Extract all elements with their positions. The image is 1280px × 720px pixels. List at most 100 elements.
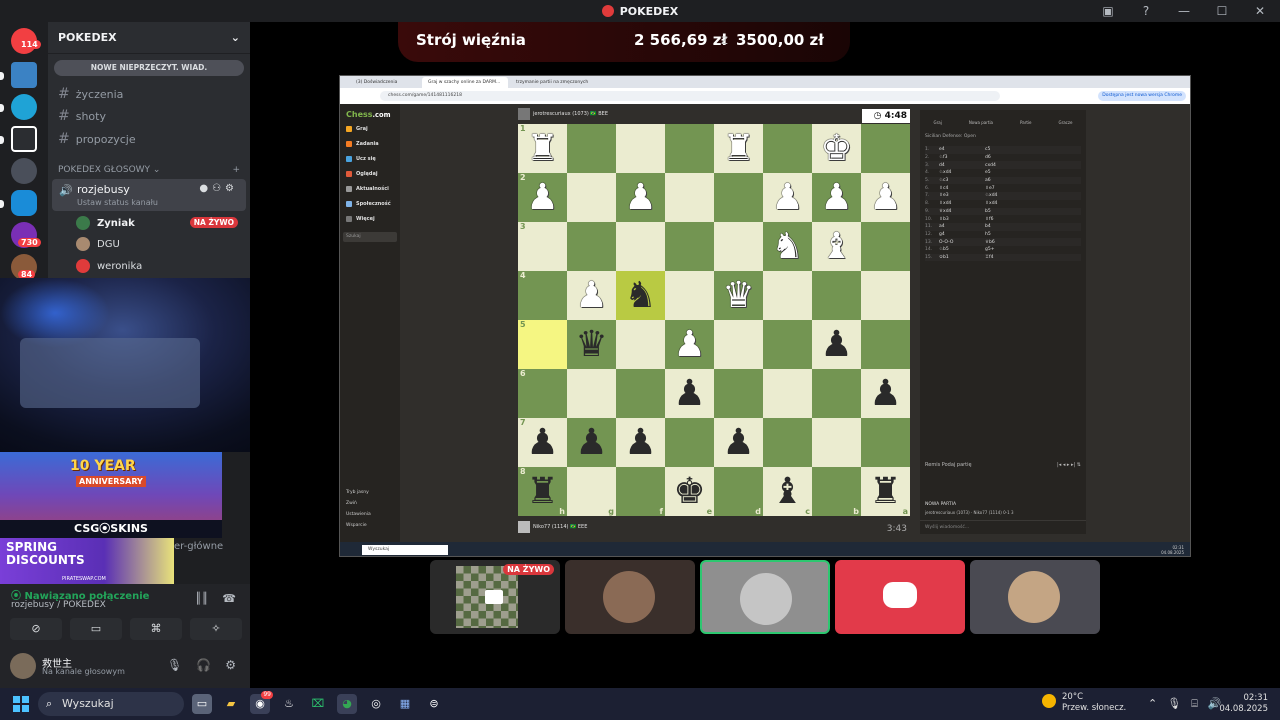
move-nav-arrows[interactable]: |◂ ◂ ▸ ▸| ⇅ [1057,462,1081,468]
settings-link[interactable]: Ustawienia [346,512,371,517]
participant-tile-stream[interactable]: NA ŻYWO [430,560,560,634]
white-pawn-piece[interactable]: ♟ [771,179,803,216]
opening-name[interactable]: Sicilian Defense: Open [925,134,976,139]
move-row[interactable]: 3. d4 cxd4 [925,161,1081,170]
board-square[interactable] [714,222,763,271]
move-row[interactable]: 13. O-O-O ♕b6 [925,238,1081,246]
board-square[interactable]: c ♝ [763,467,812,516]
move-notation[interactable]: cxd4 [985,163,1065,168]
weather-widget[interactable]: 20°C Przew. słonecz. [1042,692,1126,714]
board-square[interactable] [616,369,665,418]
camera-off-button[interactable]: ⊘ [10,618,62,640]
chesscom-logo[interactable]: Chess.com [346,110,391,119]
move-row[interactable]: 8. ♗xd4 ♗xd4 [925,200,1081,208]
voice-channel-rozjebusy[interactable]: 🔊 rozjebusy Ustaw status kanału ●⚇⚙ [52,179,246,211]
participant-tile-speaking[interactable] [700,560,830,634]
settings-gear-icon[interactable]: ⚙ [225,658,236,672]
board-square[interactable]: 3 [518,222,567,271]
move-row[interactable]: 7. ♗e3 ♘xd4 [925,192,1081,200]
start-button[interactable] [13,696,29,712]
move-notation[interactable]: ♘xd4 [939,170,985,175]
black-knight-piece[interactable]: ♞ [624,277,656,314]
nav-learn[interactable]: Ucz się [346,156,376,162]
white-pawn-piece[interactable]: ♟ [673,326,705,363]
nav-more[interactable]: Więcej [346,216,375,222]
voice-user[interactable]: DGU [76,237,120,251]
obs-icon[interactable]: ◎ [366,694,386,714]
light-mode-toggle[interactable]: Tryb jasny [346,490,369,495]
channel-item[interactable]: # życzenia [58,86,123,102]
help-icon[interactable]: ? [1138,3,1154,19]
board-square[interactable]: ♟ [567,418,616,467]
move-notation[interactable]: ♗xd4 [939,201,985,206]
board-square[interactable] [714,173,763,222]
microphone-icon[interactable]: 🎙 [167,658,182,672]
move-notation[interactable]: ♗b3 [939,217,985,222]
avatar[interactable] [518,108,530,120]
board-square[interactable]: e ♚ [665,467,714,516]
board-square[interactable] [763,369,812,418]
board-square[interactable]: ♛ [567,320,616,369]
chesscom-search[interactable]: Szukaj [343,232,397,242]
black-pawn-piece[interactable]: ♟ [526,424,558,461]
tab-games[interactable]: Partie [1020,120,1031,128]
task-view-icon[interactable]: ▭ [192,694,212,714]
tab-play[interactable]: Graj [934,120,942,128]
board-square[interactable]: 7 ♟ [518,418,567,467]
headphones-icon[interactable]: 🎧 [196,658,211,672]
board-square[interactable] [567,124,616,173]
board-square[interactable]: a ♜ [861,467,910,516]
board-square[interactable]: ♞ [763,222,812,271]
white-queen-piece[interactable]: ♛ [722,277,754,314]
move-notation[interactable]: ♕xd4 [939,209,985,214]
board-square[interactable]: d [714,467,763,516]
move-notation[interactable]: b5 [985,209,1065,214]
move-notation[interactable]: ♗e7 [985,186,1065,191]
microphone-icon[interactable]: 🎙 [1167,697,1181,711]
bottom-player-name[interactable]: Niko77 (1114) 🇧🇷 EEE [533,524,587,530]
avatar[interactable] [10,653,36,679]
move-notation[interactable]: ♘f3 [939,155,985,160]
move-notation[interactable]: ♕b6 [985,240,1065,245]
move-notation[interactable]: O-O-O [939,240,985,245]
board-square[interactable] [763,271,812,320]
url-field[interactable]: chess.com/game/141481116218 [380,91,1000,101]
inbox-icon[interactable]: ▣ [1100,3,1116,19]
channel-item[interactable]: # propozycje [58,131,136,147]
board-square[interactable]: ♟ [861,369,910,418]
white-pawn-piece[interactable]: ♟ [624,179,656,216]
move-row[interactable]: 5. ♘c3 a6 [925,176,1081,185]
move-row[interactable]: 11. a4 b4 [925,222,1081,231]
nav-community[interactable]: Społeczność [346,201,391,207]
voice-location[interactable]: rozjebusy / POKEDEX [11,600,106,610]
chess-board[interactable]: 1 ♜ ♜ ♚ 2 ♟ ♟ ♟ ♟ ♟ 3 ♞ ♝ 4 ♟ ♞ ♛ 5 ♛ ♟ ♟ 6 ♟ ♟ 7 ♟ ♟ ♟ ♟ 8 h ♜ g f e ♚ d c ♝ b… [518,124,910,516]
move-notation[interactable]: c5 [985,147,1065,152]
move-row[interactable]: 10. ♗b3 ♗f6 [925,215,1081,223]
board-square[interactable]: ♞ [616,271,665,320]
tab-players[interactable]: Gracze [1058,120,1072,128]
board-square[interactable]: 4 [518,271,567,320]
board-square[interactable] [665,271,714,320]
server-icon-shield[interactable] [11,158,37,184]
nav-play[interactable]: Graj [346,126,368,132]
move-notation[interactable]: b4 [985,224,1065,229]
move-notation[interactable]: e5 [985,170,1065,175]
participant-tile[interactable] [835,560,965,634]
board-square[interactable]: 5 [518,320,567,369]
discord-app-icon[interactable]: ◉ 99 [250,691,273,714]
board-square[interactable]: ♛ [714,271,763,320]
taskbar-search[interactable]: ⌕ Wyszukaj [38,692,184,716]
move-notation[interactable]: ♗xd4 [985,201,1065,206]
minimize-button[interactable]: — [1176,3,1192,19]
network-icon[interactable]: ⌸ [1191,697,1198,711]
move-row[interactable]: 1. e4 c5 [925,146,1081,154]
board-square[interactable]: 8 h ♜ [518,467,567,516]
avatar[interactable] [518,521,530,533]
server-icon-gear[interactable] [11,94,37,120]
white-king-piece[interactable]: ♚ [820,130,852,167]
terminal-icon[interactable]: ⌧ [308,694,328,714]
chess-board-grid[interactable]: 1 ♜ ♜ ♚ 2 ♟ ♟ ♟ ♟ ♟ 3 ♞ ♝ 4 ♟ ♞ ♛ 5 ♛ ♟ ♟ 6 ♟ ♟ 7 ♟ ♟ ♟ ♟ 8 h ♜ g f e ♚ d c ♝ b… [518,124,910,516]
board-square[interactable] [763,124,812,173]
move-row[interactable]: 6. ♗c4 ♗e7 [925,184,1081,192]
white-pawn-piece[interactable]: ♟ [820,179,852,216]
